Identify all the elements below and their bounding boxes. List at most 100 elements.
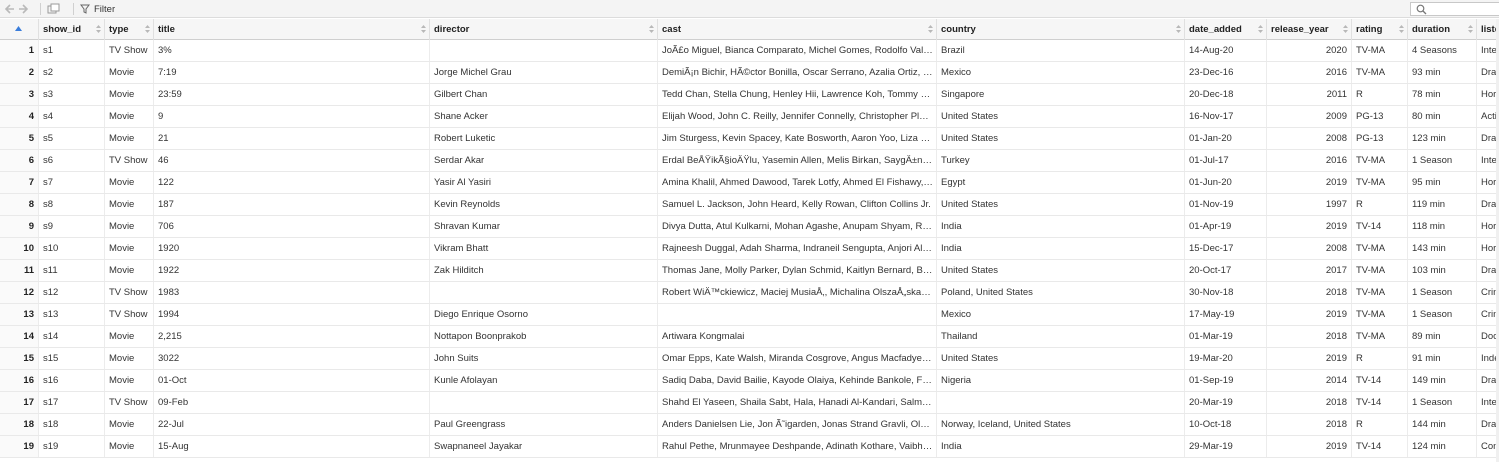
- back-button[interactable]: [3, 0, 15, 18]
- cell-title: 7:19: [154, 62, 430, 83]
- forward-button[interactable]: [18, 0, 30, 18]
- cell-director: Kunle Afolayan: [430, 370, 658, 391]
- popout-button[interactable]: [47, 0, 61, 18]
- table-row[interactable]: 5 s5 Movie 21 Robert Luketic Jim Sturgess, Ke…: [0, 128, 1499, 150]
- table-row[interactable]: 19 s19 Movie 15-Aug Swapnaneel Jayakar Rahul …: [0, 436, 1499, 458]
- sort-arrows-icon[interactable]: [928, 24, 933, 34]
- cell-type: Movie: [105, 84, 154, 105]
- cell-duration: 95 min: [1408, 172, 1477, 193]
- cell-release-year: 2008: [1267, 128, 1352, 149]
- cell-director: Robert Luketic: [430, 128, 658, 149]
- cell-country: Brazil: [937, 40, 1185, 61]
- cell-show-id: s18: [39, 414, 105, 435]
- sort-arrows-icon[interactable]: [1468, 24, 1473, 34]
- search-input[interactable]: [1410, 2, 1499, 16]
- table-row[interactable]: 13 s13 TV Show 1994 Diego Enrique Osorno Mexi…: [0, 304, 1499, 326]
- table-row[interactable]: 3 s3 Movie 23:59 Gilbert Chan Tedd Chan, Stel…: [0, 84, 1499, 106]
- sort-arrows-icon[interactable]: [421, 24, 426, 34]
- cell-cast: Amina Khalil, Ahmed Dawood, Tarek Lotfy,…: [658, 172, 937, 193]
- cell-title: 1920: [154, 238, 430, 259]
- cell-type: Movie: [105, 326, 154, 347]
- sort-arrows-icon[interactable]: [1258, 24, 1263, 34]
- table-row[interactable]: 10 s10 Movie 1920 Vikram Bhatt Rajneesh Dugga…: [0, 238, 1499, 260]
- table-row[interactable]: 9 s9 Movie 706 Shravan Kumar Divya Dutta, Atu…: [0, 216, 1499, 238]
- row-number: 15: [0, 348, 39, 369]
- table-row[interactable]: 8 s8 Movie 187 Kevin Reynolds Samuel L. Jacks…: [0, 194, 1499, 216]
- sort-arrows-icon[interactable]: [649, 24, 654, 34]
- cell-date-added: 01-Jul-17: [1185, 150, 1267, 171]
- cell-country: Singapore: [937, 84, 1185, 105]
- table-row[interactable]: 17 s17 TV Show 09-Feb Shahd El Yaseen, Shail…: [0, 392, 1499, 414]
- table-row[interactable]: 2 s2 Movie 7:19 Jorge Michel Grau DemiÃ¡n Bic…: [0, 62, 1499, 84]
- table-row[interactable]: 11 s11 Movie 1922 Zak Hilditch Thomas Jane, M…: [0, 260, 1499, 282]
- sort-arrows-icon[interactable]: [1176, 24, 1181, 34]
- cell-director: Kevin Reynolds: [430, 194, 658, 215]
- column-header-label: duration: [1412, 24, 1450, 35]
- cell-date-added: 01-Apr-19: [1185, 216, 1267, 237]
- sort-arrows-icon[interactable]: [96, 24, 101, 34]
- cell-date-added: 14-Aug-20: [1185, 40, 1267, 61]
- cell-release-year: 2019: [1267, 216, 1352, 237]
- cell-country: Turkey: [937, 150, 1185, 171]
- cell-duration: 1 Season: [1408, 282, 1477, 303]
- column-header-date-added[interactable]: date_added: [1185, 19, 1267, 40]
- table-row[interactable]: 6 s6 TV Show 46 Serdar Akar Erdal BeÅŸikÃ§ioÄ…: [0, 150, 1499, 172]
- table-row[interactable]: 7 s7 Movie 122 Yasir Al Yasiri Amina Khalil, …: [0, 172, 1499, 194]
- column-header-label: type: [109, 24, 129, 35]
- cell-cast: Robert WiÄ™ckiewicz, Maciej MusiaÅ‚, Mic…: [658, 282, 937, 303]
- cell-cast: Tedd Chan, Stella Chung, Henley Hii, Law…: [658, 84, 937, 105]
- cell-country: India: [937, 216, 1185, 237]
- cell-cast: Sadiq Daba, David Bailie, Kayode Olaiya,…: [658, 370, 937, 391]
- cell-cast: JoÃ£o Miguel, Bianca Comparato, Michel G…: [658, 40, 937, 61]
- column-header-label: show_id: [43, 24, 82, 35]
- cell-show-id: s4: [39, 106, 105, 127]
- column-header-release-year[interactable]: release_year: [1267, 19, 1352, 40]
- row-number: 11: [0, 260, 39, 281]
- cell-type: TV Show: [105, 392, 154, 413]
- cell-rating: TV-MA: [1352, 326, 1408, 347]
- cell-director: Yasir Al Yasiri: [430, 172, 658, 193]
- cell-date-added: 01-Jun-20: [1185, 172, 1267, 193]
- row-number: 17: [0, 392, 39, 413]
- table-row[interactable]: 15 s15 Movie 3022 John Suits Omar Epps, Kate …: [0, 348, 1499, 370]
- cell-type: Movie: [105, 238, 154, 259]
- cell-title: 2,215: [154, 326, 430, 347]
- cell-cast: Divya Dutta, Atul Kulkarni, Mohan Agashe…: [658, 216, 937, 237]
- cell-date-added: 01-Nov-19: [1185, 194, 1267, 215]
- sort-arrows-icon[interactable]: [1399, 24, 1404, 34]
- table-row[interactable]: 1 s1 TV Show 3% JoÃ£o Miguel, Bianca Compara…: [0, 40, 1499, 62]
- filter-button[interactable]: Filter: [80, 0, 115, 18]
- table-row[interactable]: 18 s18 Movie 22-Jul Paul Greengrass Anders Da…: [0, 414, 1499, 436]
- column-header-cast[interactable]: cast: [658, 19, 937, 40]
- table-row[interactable]: 16 s16 Movie 01-Oct Kunle Afolayan Sadiq Daba…: [0, 370, 1499, 392]
- cell-release-year: 2018: [1267, 282, 1352, 303]
- popout-window-icon: [47, 3, 60, 14]
- column-header-duration[interactable]: duration: [1408, 19, 1477, 40]
- cell-cast: Artiwara Kongmalai: [658, 326, 937, 347]
- cell-country: Thailand: [937, 326, 1185, 347]
- column-header-country[interactable]: country: [937, 19, 1185, 40]
- row-number: 8: [0, 194, 39, 215]
- column-header-title[interactable]: title: [154, 19, 430, 40]
- cell-duration: 78 min: [1408, 84, 1477, 105]
- column-header-type[interactable]: type: [105, 19, 154, 40]
- cell-release-year: 1997: [1267, 194, 1352, 215]
- table-row[interactable]: 14 s14 Movie 2,215 Nottapon Boonprakob Artiwa…: [0, 326, 1499, 348]
- column-header-rating[interactable]: rating: [1352, 19, 1408, 40]
- sort-arrows-icon[interactable]: [1343, 24, 1348, 34]
- cell-duration: 118 min: [1408, 216, 1477, 237]
- cell-director: [430, 392, 658, 413]
- table-row[interactable]: 12 s12 TV Show 1983 Robert WiÄ™ckiewicz, Mac…: [0, 282, 1499, 304]
- cell-country: Nigeria: [937, 370, 1185, 391]
- cell-date-added: 20-Oct-17: [1185, 260, 1267, 281]
- cell-show-id: s1: [39, 40, 105, 61]
- row-number: 18: [0, 414, 39, 435]
- cell-release-year: 2017: [1267, 260, 1352, 281]
- cell-duration: 80 min: [1408, 106, 1477, 127]
- column-header-show-id[interactable]: show_id: [39, 19, 105, 40]
- sort-arrows-icon[interactable]: [145, 24, 150, 34]
- table-row[interactable]: 4 s4 Movie 9 Shane Acker Elijah Wood, John C.…: [0, 106, 1499, 128]
- cell-show-id: s8: [39, 194, 105, 215]
- column-header-director[interactable]: director: [430, 19, 658, 40]
- rownum-header[interactable]: [0, 19, 39, 40]
